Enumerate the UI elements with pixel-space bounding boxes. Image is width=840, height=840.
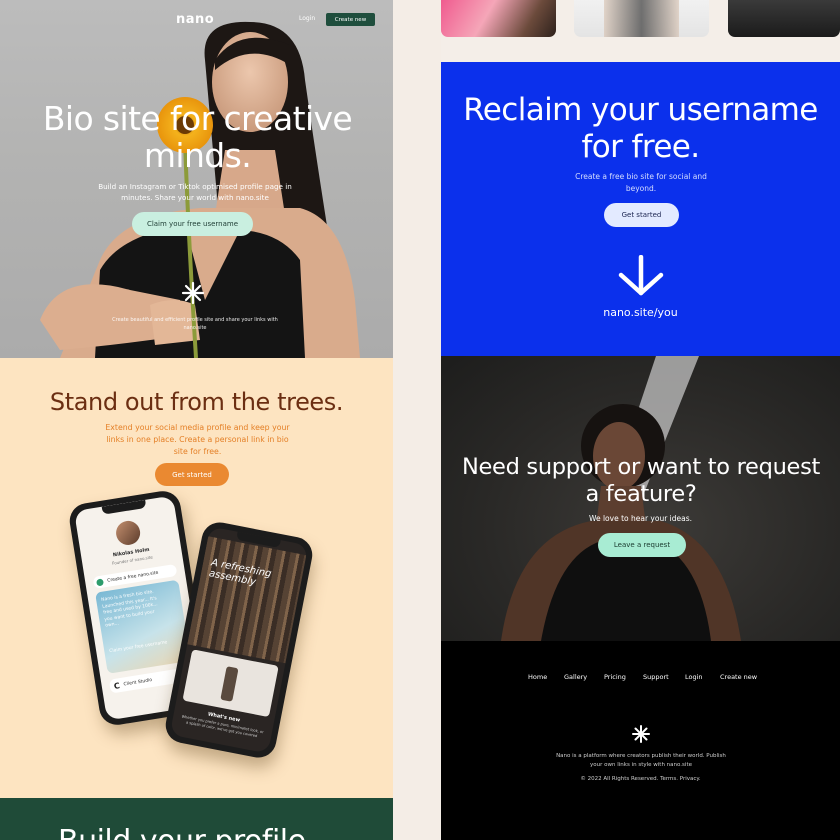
hero-footnote: Create beautiful and efficient profile s… <box>112 317 278 331</box>
footer-link-create-new[interactable]: Create new <box>720 673 757 681</box>
bottle-shape <box>220 666 239 702</box>
asterisk-logo-icon <box>181 281 205 305</box>
landing-page-right: Reclaim your username for free. Create a… <box>441 0 840 840</box>
get-started-button[interactable]: Get started <box>604 203 679 227</box>
phone-notch <box>101 499 147 515</box>
phone-screen: A refreshing assembly What's new Whether… <box>169 526 309 754</box>
shelf-photo <box>187 536 307 664</box>
build-profile-section: Build your profile <box>0 798 393 840</box>
product-image <box>182 649 279 718</box>
gallery-thumbnail[interactable] <box>441 0 556 37</box>
build-profile-title: Build your profile <box>58 824 306 840</box>
feature-card-cta: Claim your free username <box>109 640 168 655</box>
stand-out-subtitle: Extend your social media profile and kee… <box>105 423 290 456</box>
feature-card-text: Nano is a fresh bio site. Launched this … <box>100 589 158 629</box>
claim-username-button[interactable]: Claim your free username <box>132 212 253 236</box>
support-subtitle: We love to hear your ideas. <box>588 514 693 523</box>
create-new-button[interactable]: Create new <box>326 13 375 26</box>
logo[interactable]: nano <box>176 12 214 27</box>
client-logo-icon: C <box>113 680 121 691</box>
thumbnail-photo <box>604 0 679 37</box>
leave-request-button[interactable]: Leave a request <box>598 533 686 557</box>
footer-link-support[interactable]: Support <box>643 673 669 681</box>
support-title: Need support or want to request a featur… <box>461 454 821 507</box>
footer-copyright: © 2022 All Rights Reserved. Terms. Priva… <box>580 776 701 782</box>
hero-section: nano Login Create new Bio site for creat… <box>0 0 393 358</box>
support-section: Need support or want to request a featur… <box>441 356 840 641</box>
footer-description: Nano is a platform where creators publis… <box>556 753 726 768</box>
footer-link-home[interactable]: Home <box>528 673 547 681</box>
client-label: Client Studio <box>123 677 153 687</box>
username-url: nano.site/you <box>603 306 678 319</box>
gallery-thumbnail[interactable] <box>574 0 709 37</box>
avatar <box>114 519 142 547</box>
site-footer: Home Gallery Pricing Support Login Creat… <box>441 641 840 840</box>
landing-page-left: nano Login Create new Bio site for creat… <box>0 0 393 840</box>
get-started-button[interactable]: Get started <box>155 463 229 486</box>
hero-title: Bio site for creative minds. <box>42 99 353 175</box>
gallery-thumbnail[interactable] <box>728 0 840 37</box>
hero-subtitle: Build an Instagram or Tiktok optimised p… <box>98 182 292 202</box>
leaf-icon <box>95 577 104 586</box>
reclaim-title: Reclaim your username for free. <box>463 92 818 165</box>
arrow-down-icon <box>618 255 664 296</box>
footer-link-gallery[interactable]: Gallery <box>564 673 587 681</box>
footer-link-pricing[interactable]: Pricing <box>604 673 626 681</box>
stand-out-title: Stand out from the trees. <box>49 388 344 416</box>
reclaim-subtitle: Create a free bio site for social and be… <box>575 172 707 193</box>
login-link[interactable]: Login <box>299 15 315 22</box>
footer-link-login[interactable]: Login <box>685 673 703 681</box>
stand-out-section: Stand out from the trees. Extend your so… <box>0 358 393 798</box>
reclaim-username-section: Reclaim your username for free. Create a… <box>441 62 840 356</box>
profile-feature-card[interactable]: Nano is a fresh bio site. Launched this … <box>95 579 191 674</box>
profile-link-label: Create a free nano.site <box>106 570 159 584</box>
asterisk-logo-icon <box>632 725 650 743</box>
